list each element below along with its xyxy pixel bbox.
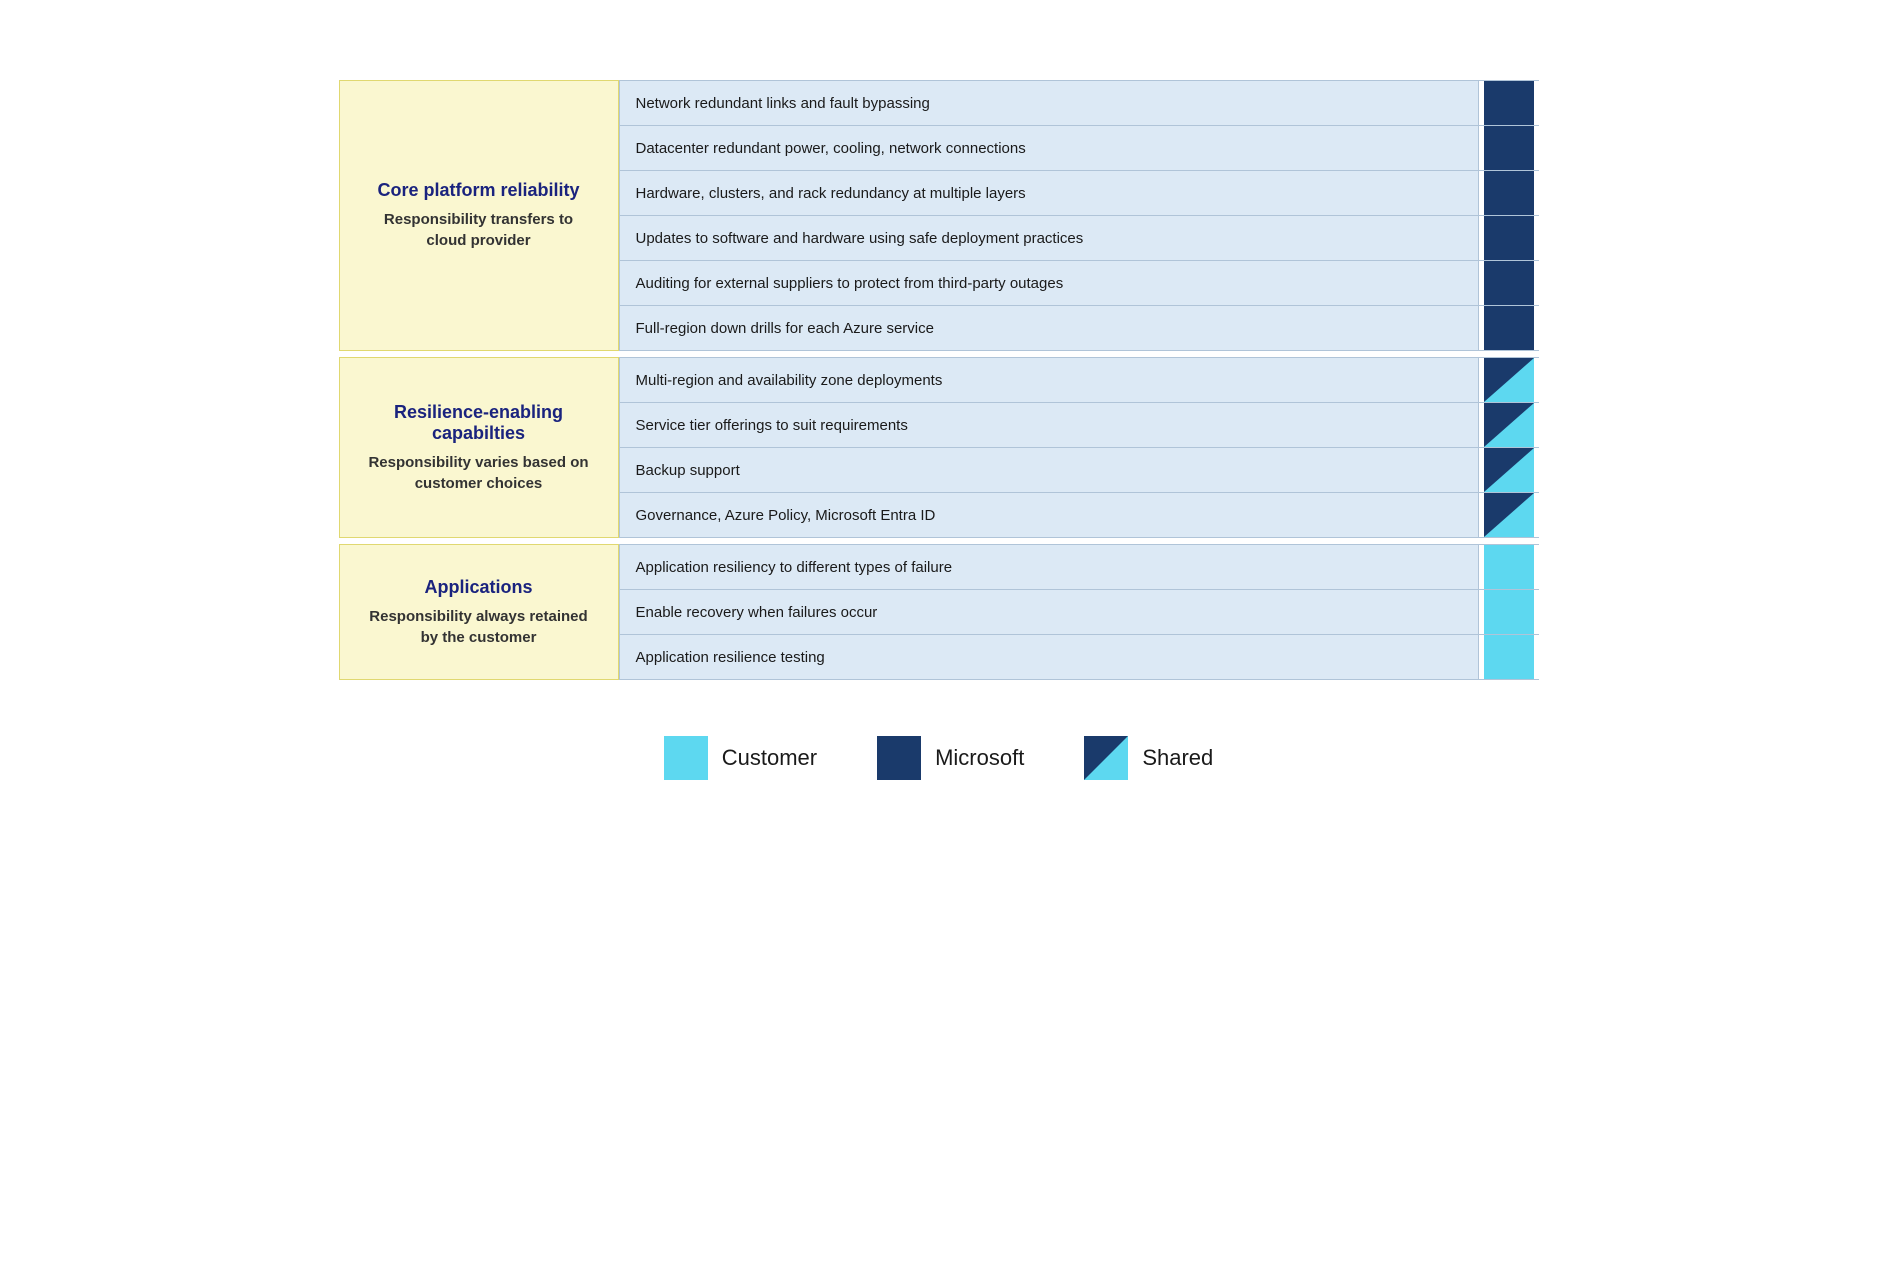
table-row: Governance, Azure Policy, Microsoft Entr…	[619, 493, 1539, 538]
table-row: Multi-region and availability zone deplo…	[619, 357, 1539, 403]
indicator-microsoft	[1484, 81, 1534, 125]
indicator-shared	[1484, 403, 1534, 447]
item-text: Backup support	[619, 448, 1479, 492]
item-text: Application resilience testing	[619, 635, 1479, 679]
table-row: Auditing for external suppliers to prote…	[619, 261, 1539, 306]
indicator-customer	[1484, 635, 1534, 679]
legend-label-shared: Shared	[1142, 745, 1213, 771]
section-row-resilience-enabling: Resilience-enabling capabilties Responsib…	[339, 357, 1539, 538]
indicator-customer	[1484, 545, 1534, 589]
item-indicator	[1479, 635, 1539, 679]
section-row-core-platform: Core platform reliability Responsibility …	[339, 80, 1539, 351]
item-indicator	[1479, 126, 1539, 170]
indicator-microsoft	[1484, 261, 1534, 305]
section-row-applications: Applications Responsibility always retain…	[339, 544, 1539, 680]
item-text: Application resiliency to different type…	[619, 545, 1479, 589]
table-row: Hardware, clusters, and rack redundancy …	[619, 171, 1539, 216]
indicator-microsoft	[1484, 216, 1534, 260]
legend-item-customer: Customer	[664, 736, 817, 780]
item-indicator	[1479, 261, 1539, 305]
table-row: Datacenter redundant power, cooling, net…	[619, 126, 1539, 171]
table-row: Service tier offerings to suit requireme…	[619, 403, 1539, 448]
item-indicator	[1479, 590, 1539, 634]
table-row: Enable recovery when failures occur	[619, 590, 1539, 635]
item-indicator	[1479, 216, 1539, 260]
section-label-core-platform: Core platform reliability Responsibility …	[339, 80, 619, 351]
indicator-shared	[1484, 448, 1534, 492]
item-indicator	[1479, 81, 1539, 125]
item-text: Governance, Azure Policy, Microsoft Entr…	[619, 493, 1479, 537]
section-subtitle-core-platform: Responsibility transfers to cloud provid…	[364, 209, 594, 251]
indicator-shared	[1484, 493, 1534, 537]
legend: Customer Microsoft Shared	[664, 736, 1214, 780]
items-column-resilience-enabling: Multi-region and availability zone deplo…	[619, 357, 1539, 538]
legend-item-shared: Shared	[1084, 736, 1213, 780]
item-text: Datacenter redundant power, cooling, net…	[619, 126, 1479, 170]
section-label-resilience-enabling: Resilience-enabling capabilties Responsib…	[339, 357, 619, 538]
section-subtitle-applications: Responsibility always retained by the cu…	[364, 606, 594, 648]
item-text: Multi-region and availability zone deplo…	[619, 358, 1479, 402]
items-column-applications: Application resiliency to different type…	[619, 544, 1539, 680]
indicator-microsoft	[1484, 306, 1534, 350]
indicator-shared	[1484, 358, 1534, 402]
item-text: Full-region down drills for each Azure s…	[619, 306, 1479, 350]
item-text: Hardware, clusters, and rack redundancy …	[619, 171, 1479, 215]
legend-swatch-microsoft	[877, 736, 921, 780]
item-text: Service tier offerings to suit requireme…	[619, 403, 1479, 447]
indicator-microsoft	[1484, 171, 1534, 215]
legend-swatch-customer	[664, 736, 708, 780]
section-label-applications: Applications Responsibility always retain…	[339, 544, 619, 680]
section-title-resilience-enabling: Resilience-enabling capabilties	[364, 402, 594, 444]
section-title-core-platform: Core platform reliability	[377, 180, 579, 201]
table-row: Application resiliency to different type…	[619, 544, 1539, 590]
indicator-microsoft	[1484, 126, 1534, 170]
legend-label-microsoft: Microsoft	[935, 745, 1024, 771]
item-indicator	[1479, 358, 1539, 402]
table-row: Full-region down drills for each Azure s…	[619, 306, 1539, 351]
legend-label-customer: Customer	[722, 745, 817, 771]
item-text: Auditing for external suppliers to prote…	[619, 261, 1479, 305]
main-content: Core platform reliability Responsibility …	[339, 80, 1539, 686]
item-text: Enable recovery when failures occur	[619, 590, 1479, 634]
legend-swatch-shared	[1084, 736, 1128, 780]
table-row: Backup support	[619, 448, 1539, 493]
item-indicator	[1479, 448, 1539, 492]
table-row: Application resilience testing	[619, 635, 1539, 680]
table-row: Network redundant links and fault bypass…	[619, 80, 1539, 126]
item-text: Network redundant links and fault bypass…	[619, 81, 1479, 125]
item-indicator	[1479, 545, 1539, 589]
item-indicator	[1479, 171, 1539, 215]
item-indicator	[1479, 403, 1539, 447]
table-row: Updates to software and hardware using s…	[619, 216, 1539, 261]
legend-item-microsoft: Microsoft	[877, 736, 1024, 780]
section-title-applications: Applications	[424, 577, 532, 598]
item-indicator	[1479, 493, 1539, 537]
item-indicator	[1479, 306, 1539, 350]
item-text: Updates to software and hardware using s…	[619, 216, 1479, 260]
indicator-customer	[1484, 590, 1534, 634]
section-subtitle-resilience-enabling: Responsibility varies based on customer …	[364, 452, 594, 494]
items-column-core-platform: Network redundant links and fault bypass…	[619, 80, 1539, 351]
